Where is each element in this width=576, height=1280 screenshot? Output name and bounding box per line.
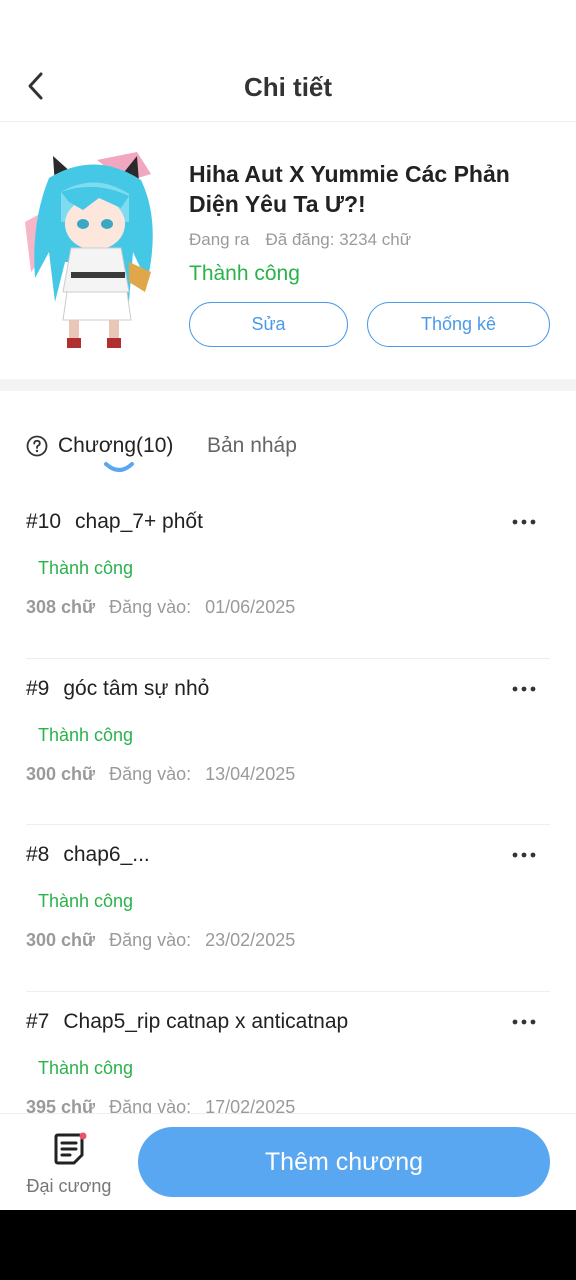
chapter-tabs: Chương(10) Bản nháp [0, 420, 576, 480]
system-navigation-bar [0, 1210, 576, 1280]
chapter-row[interactable]: #10 chap_7+ phốt Thành công 308 chữ Đăng v… [26, 492, 550, 659]
chapter-date-label: Đăng vào: [109, 930, 192, 950]
chapter-row[interactable]: #8 chap6_... Thành công 300 chữ Đăng vào: 2… [26, 825, 550, 992]
chapter-meta: 300 chữ Đăng vào: 23/02/2025 [26, 930, 295, 951]
chapter-date: 01/06/2025 [205, 597, 296, 617]
more-options-icon[interactable] [512, 1018, 536, 1026]
chapter-meta: 300 chữ Đăng vào: 13/04/2025 [26, 764, 295, 785]
active-tab-indicator [104, 462, 134, 472]
chapter-name: chap_7+ phốt [75, 510, 203, 533]
bottom-action-bar: Đại cương Thêm chương [0, 1113, 576, 1210]
book-state: Đang ra [189, 230, 250, 249]
book-word-count: Đã đăng: 3234 chữ [265, 230, 412, 249]
tab-chapters-label: Chương(10) [58, 434, 174, 457]
book-title: Hiha Aut X Yummie Các Phản Diện Yêu Ta Ư… [189, 161, 510, 217]
book-cover-image[interactable] [25, 152, 159, 348]
more-options-icon[interactable] [512, 518, 536, 526]
page-title: Chi tiết [243, 72, 333, 102]
book-summary: Hiha Aut X Yummie Các Phản Diện Yêu Ta Ư… [0, 122, 576, 379]
tab-chapters[interactable]: Chương(10) [26, 434, 173, 458]
chapter-list: #10 chap_7+ phốt Thành công 308 chữ Đăng v… [0, 492, 576, 1158]
chapter-word-count: 300 chữ [26, 763, 96, 784]
chapter-status: Thành công [38, 1057, 134, 1078]
chapter-name: góc tâm sự nhỏ [63, 676, 210, 700]
chapter-detail-screen: Chi tiết Hiha Aut X Yummie Các Phản Diện… [0, 0, 576, 1210]
chapter-word-count: 300 chữ [26, 930, 96, 950]
chapter-date: 23/02/2025 [205, 930, 296, 950]
chapter-number: #8 [26, 843, 50, 866]
section-divider [0, 379, 576, 391]
top-nav-bar: Chi tiết [0, 52, 576, 122]
chapter-row[interactable]: #9 góc tâm sự nhỏ Thành công 300 chữ Đăng … [26, 659, 550, 825]
add-chapter-button[interactable]: Thêm chương [138, 1127, 550, 1197]
chapter-number: #7 [26, 1009, 50, 1033]
book-status: Thành công [189, 262, 300, 285]
chapter-date-label: Đăng vào: [109, 597, 192, 617]
chapter-date-label: Đăng vào: [109, 763, 192, 784]
chapter-title: #9 góc tâm sự nhỏ [26, 677, 209, 701]
chapter-status: Thành công [38, 558, 134, 578]
chapter-title: #8 chap6_... [26, 843, 150, 867]
chapter-name: Chap5_rip catnap x anticatnap [63, 1009, 349, 1033]
chapter-status: Thành công [38, 724, 134, 745]
chapter-name: chap6_... [63, 843, 150, 866]
chapter-meta: 308 chữ Đăng vào: 01/06/2025 [26, 597, 295, 618]
chapter-number: #9 [26, 676, 50, 700]
document-list-icon [54, 1132, 87, 1165]
notification-dot [79, 1132, 87, 1140]
tab-drafts[interactable]: Bản nháp [207, 434, 297, 458]
question-circle-icon[interactable] [26, 435, 48, 457]
chapter-date: 13/04/2025 [205, 763, 296, 784]
more-options-icon[interactable] [512, 851, 536, 859]
chapter-word-count: 308 chữ [26, 597, 96, 617]
statistics-button[interactable]: Thống kê [367, 302, 550, 347]
outline-label: Đại cương [26, 1176, 112, 1196]
more-options-icon[interactable] [512, 685, 536, 693]
chapter-number: #10 [26, 510, 62, 533]
outline-button[interactable]: Đại cương [14, 1130, 124, 1200]
edit-button[interactable]: Sửa [189, 302, 348, 347]
chapter-status: Thành công [38, 891, 134, 911]
chapter-title: #10 chap_7+ phốt [26, 510, 203, 534]
chapter-title: #7 Chap5_rip catnap x anticatnap [26, 1010, 348, 1034]
book-meta: Đang ra Đã đăng: 3234 chữ [189, 230, 411, 250]
